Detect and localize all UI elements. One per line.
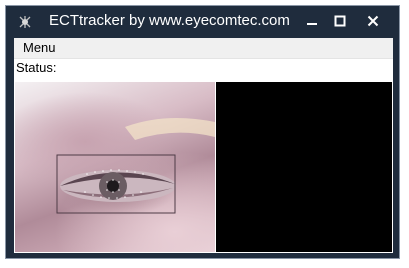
- tracking-panel: [216, 82, 392, 252]
- camera-view[interactable]: [15, 82, 215, 252]
- title-bar[interactable]: ECTtracker by www.eyecomtec.com: [6, 6, 399, 36]
- status-label: Status:: [16, 60, 57, 75]
- maximize-button[interactable]: [323, 6, 357, 36]
- maximize-icon: [334, 15, 346, 27]
- app-icon: [19, 16, 31, 28]
- status-row: Status:: [16, 61, 59, 75]
- app-window: ECTtracker by www.eyecomtec.com Menu Sta…: [6, 6, 399, 258]
- menu-item-menu[interactable]: Menu: [23, 41, 56, 55]
- close-icon: [367, 15, 379, 27]
- menu-bar: Menu: [14, 38, 393, 59]
- client-area: Menu Status:: [14, 38, 393, 253]
- close-button[interactable]: [353, 6, 393, 36]
- eye-image: [56, 118, 215, 214]
- minimize-icon: [307, 23, 317, 25]
- window-title: ECTtracker by www.eyecomtec.com: [49, 12, 290, 29]
